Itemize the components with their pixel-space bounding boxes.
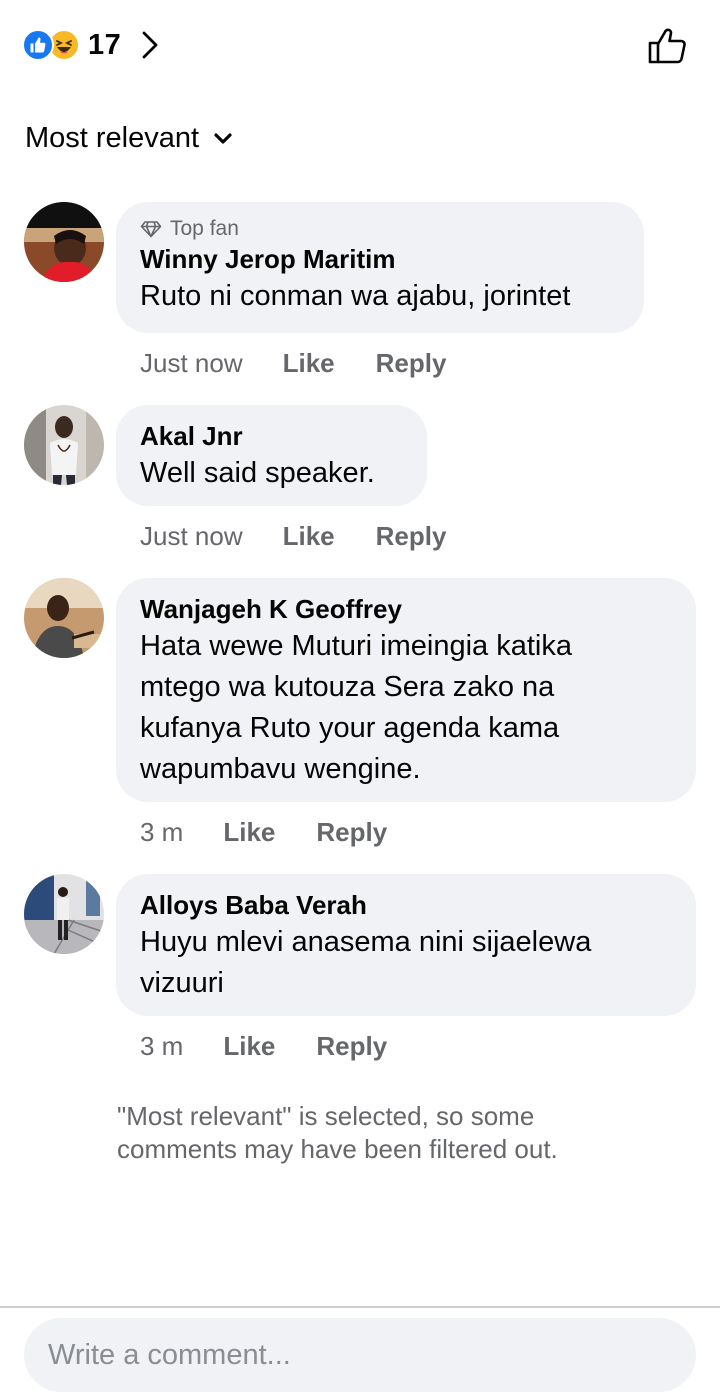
sort-dropdown[interactable]: Most relevant: [25, 122, 233, 155]
comment-bubble: Wanjageh K Geoffrey Hata wewe Muturi ime…: [116, 578, 696, 802]
comment-text: Well said speaker.: [140, 457, 375, 489]
comment-input[interactable]: [24, 1318, 696, 1392]
comment-text-line: mtego wa kutouza Sera zako na: [140, 671, 555, 703]
avatar[interactable]: [24, 874, 104, 954]
thumbs-up-icon: [648, 28, 686, 64]
comment-timestamp: 3 m: [140, 1030, 184, 1061]
comment-timestamp: Just now: [140, 347, 243, 378]
sort-label: Most relevant: [25, 122, 200, 154]
badge-label: Top fan: [170, 217, 239, 240]
avatar[interactable]: [24, 578, 104, 658]
comment-author[interactable]: Alloys Baba Verah: [140, 888, 672, 922]
like-comment-button[interactable]: Like: [283, 521, 335, 552]
filter-notice-line: "Most relevant" is selected, so some: [117, 1101, 535, 1131]
comment-author[interactable]: Winny Jerop Maritim: [140, 242, 620, 276]
like-post-button[interactable]: [644, 22, 690, 68]
reply-button[interactable]: Reply: [316, 1031, 387, 1062]
filter-notice: "Most relevant" is selected, so some com…: [117, 1100, 637, 1166]
reaction-count: 17: [88, 28, 122, 61]
like-comment-button[interactable]: Like: [283, 348, 335, 379]
comment-bubble: Akal Jnr Well said speaker.: [116, 405, 427, 506]
comment-actions: Just now Like Reply: [140, 345, 446, 381]
comment-text-line: wapumbavu wengine.: [140, 753, 421, 785]
reply-button[interactable]: Reply: [316, 817, 387, 848]
comment-text-line: vizuuri: [140, 967, 224, 999]
comment-timestamp: Just now: [140, 520, 243, 551]
filter-notice-line: comments may have been filtered out.: [117, 1134, 558, 1164]
chevron-down-icon: [213, 132, 233, 146]
avatar[interactable]: [24, 405, 104, 485]
top-fan-badge: Top fan: [140, 216, 620, 242]
reactions-header: 17: [0, 0, 720, 92]
comment-actions: 3 m Like Reply: [140, 814, 387, 850]
comment-bubble: Alloys Baba Verah Huyu mlevi anasema nin…: [116, 874, 696, 1016]
comment-author[interactable]: Wanjageh K Geoffrey: [140, 592, 672, 626]
like-comment-button[interactable]: Like: [223, 1031, 275, 1062]
like-comment-button[interactable]: Like: [223, 817, 275, 848]
reply-button[interactable]: Reply: [376, 348, 447, 379]
comment-text-line: Huyu mlevi anasema nini sijaelewa: [140, 926, 592, 958]
comment-actions: 3 m Like Reply: [140, 1028, 387, 1064]
comment-bubble: Top fan Winny Jerop Maritim Ruto ni conm…: [116, 202, 644, 333]
reactions-summary[interactable]: 17: [22, 26, 159, 64]
comment-text-line: Hata wewe Muturi imeingia katika: [140, 630, 572, 662]
divider: [0, 1306, 720, 1308]
diamond-icon: [140, 221, 162, 238]
comment-text-line: kufanya Ruto your agenda kama: [140, 712, 560, 744]
comment-actions: Just now Like Reply: [140, 518, 446, 554]
comment-timestamp: 3 m: [140, 816, 184, 847]
like-icon: [22, 29, 54, 61]
reply-button[interactable]: Reply: [376, 521, 447, 552]
chevron-right-icon: [141, 30, 159, 60]
comment-text: Ruto ni conman wa ajabu, jorintet: [140, 280, 571, 312]
comment-author[interactable]: Akal Jnr: [140, 419, 403, 453]
avatar[interactable]: [24, 202, 104, 282]
